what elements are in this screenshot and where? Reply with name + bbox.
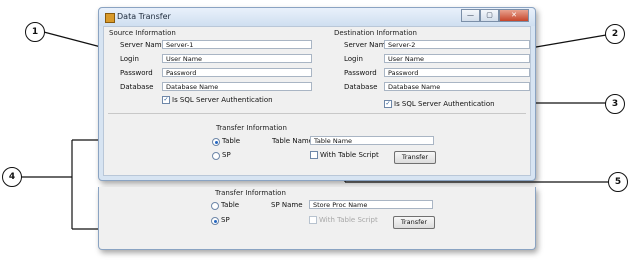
source-sql-auth-checkbox[interactable]: ✓	[162, 96, 170, 104]
title-bar[interactable]: Data Transfer — ▢ ✕	[99, 8, 535, 26]
minimize-button[interactable]: —	[461, 9, 480, 22]
destination-server-name-input[interactable]: Server-2	[384, 40, 530, 49]
destination-sql-auth-label: Is SQL Server Authentication	[394, 100, 495, 108]
sp-radio[interactable]	[212, 152, 220, 160]
transfer-group-title: Transfer Information	[216, 124, 287, 132]
source-password-label: Password	[120, 69, 153, 77]
source-server-name-label: Server Name	[120, 41, 166, 49]
destination-sql-auth-checkbox[interactable]: ✓	[384, 100, 392, 108]
section-divider	[108, 113, 526, 114]
data-transfer-window: Data Transfer — ▢ ✕ Source Information S…	[98, 7, 536, 181]
sp-radio-label: SP	[222, 151, 231, 159]
window-title: Data Transfer	[117, 12, 171, 21]
source-password-input[interactable]: Password	[162, 68, 312, 77]
destination-server-name-label: Server Name	[344, 41, 390, 49]
destination-database-input[interactable]: Database Name	[384, 82, 530, 91]
table-name-input[interactable]: Table Name	[310, 136, 434, 145]
callout-1: 1	[25, 22, 45, 42]
callout-2: 2	[605, 24, 625, 44]
callout-3: 3	[605, 94, 625, 114]
sp-name-label: SP Name	[271, 201, 303, 209]
app-icon	[105, 13, 115, 23]
destination-password-label: Password	[344, 69, 377, 77]
destination-database-label: Database	[344, 83, 378, 91]
sp-radio-label-sp-mode: SP	[221, 216, 230, 224]
transfer-button-sp-mode[interactable]: Transfer	[393, 216, 435, 229]
with-table-script-checkbox[interactable]	[310, 151, 318, 159]
source-server-name-input[interactable]: Server-1	[162, 40, 312, 49]
with-table-script-checkbox-disabled[interactable]	[309, 216, 317, 224]
callout-4: 4	[2, 167, 22, 187]
source-group-title: Source Information	[109, 29, 176, 37]
transfer-group-title-sp: Transfer Information	[215, 189, 286, 197]
sp-name-input[interactable]: Store Proc Name	[309, 200, 433, 209]
window-client-area: Source Information Server Name Server-1 …	[103, 26, 531, 176]
source-login-label: Login	[120, 55, 139, 63]
with-table-script-label: With Table Script	[320, 151, 379, 159]
table-radio-sp-mode[interactable]	[211, 202, 219, 210]
callout-5: 5	[608, 172, 628, 192]
sp-radio-sp-mode[interactable]	[211, 217, 219, 225]
source-login-input[interactable]: User Name	[162, 54, 312, 63]
table-radio-label: Table	[222, 137, 241, 145]
destination-password-input[interactable]: Password	[384, 68, 530, 77]
table-radio-label-sp-mode: Table	[221, 201, 240, 209]
table-radio[interactable]	[212, 138, 220, 146]
source-database-input[interactable]: Database Name	[162, 82, 312, 91]
destination-login-label: Login	[344, 55, 363, 63]
destination-group-title: Destination Information	[334, 29, 417, 37]
data-transfer-window-sp-mode: Transfer Information Table SP SP Name St…	[98, 187, 536, 250]
transfer-button[interactable]: Transfer	[394, 151, 436, 164]
source-sql-auth-label: Is SQL Server Authentication	[172, 96, 273, 104]
with-table-script-label-disabled: With Table Script	[319, 216, 378, 224]
table-name-label: Table Name	[272, 137, 313, 145]
maximize-button[interactable]: ▢	[480, 9, 499, 22]
close-button[interactable]: ✕	[499, 9, 529, 22]
destination-login-input[interactable]: User Name	[384, 54, 530, 63]
source-database-label: Database	[120, 83, 154, 91]
